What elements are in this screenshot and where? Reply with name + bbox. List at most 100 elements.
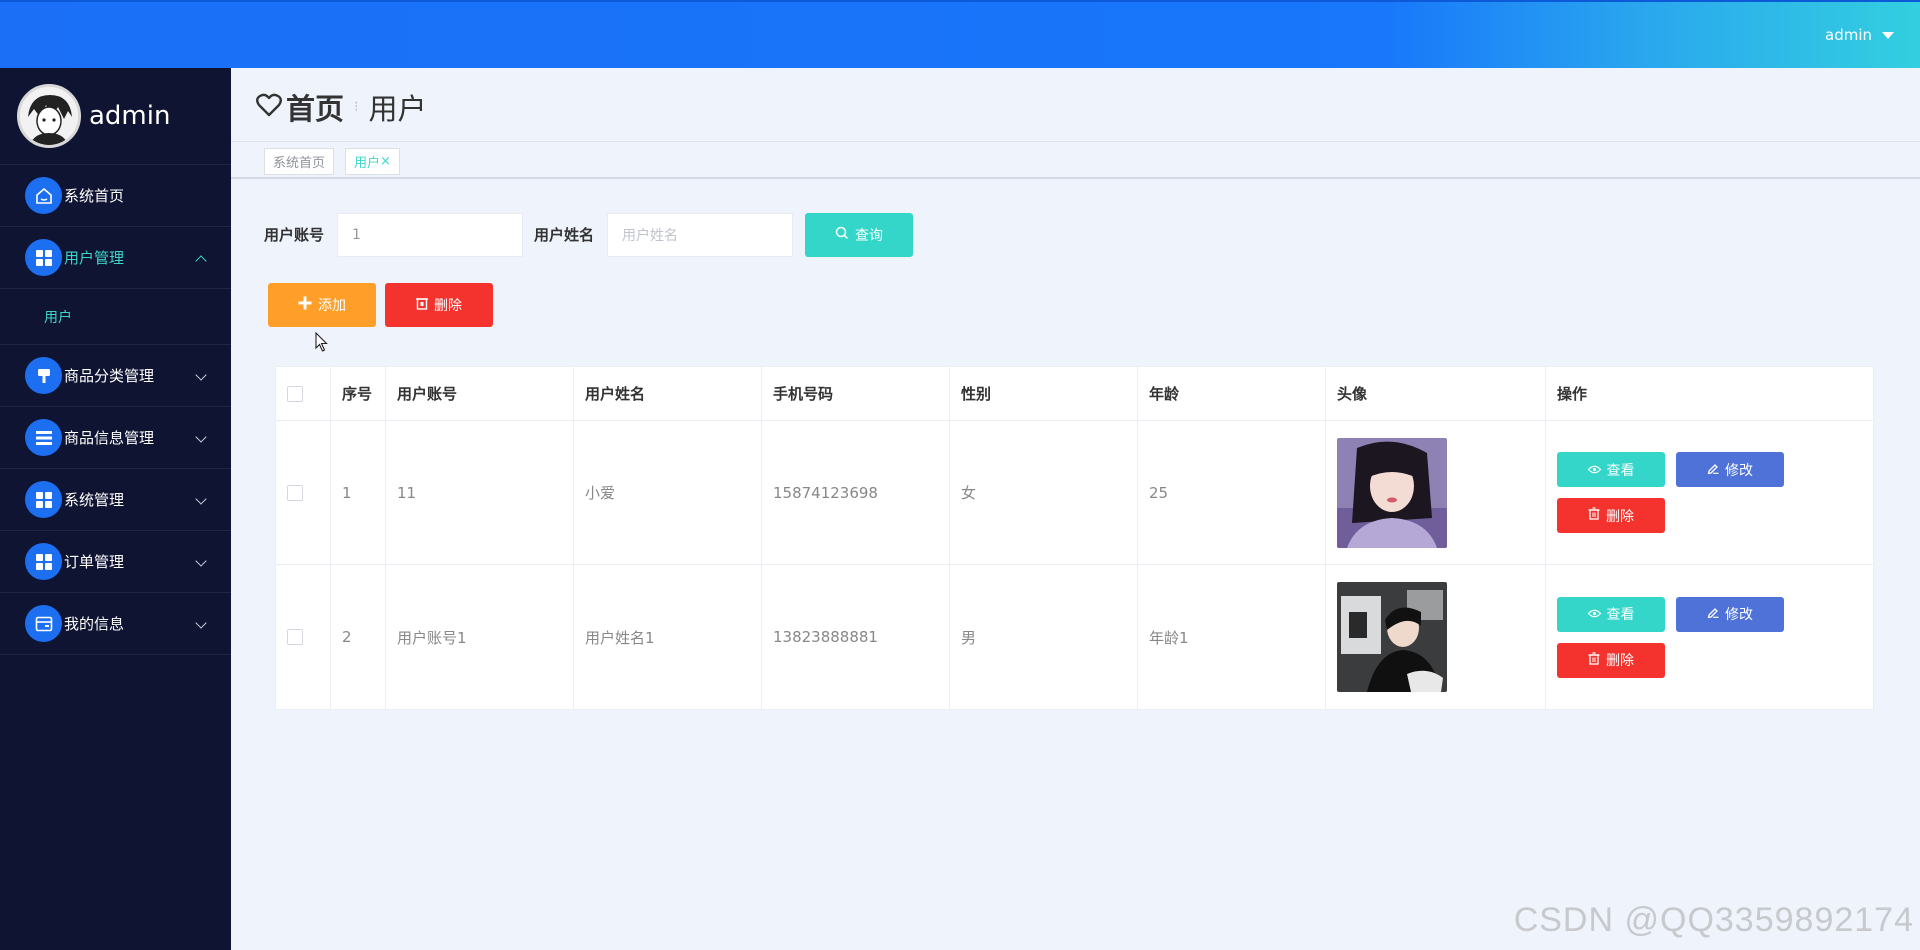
row-checkbox[interactable]: [287, 484, 303, 501]
select-all-cell: [276, 367, 331, 420]
cell-operations: 查看 修改 删除: [1546, 565, 1873, 709]
sidebar-item-order-management[interactable]: 订单管理: [0, 531, 231, 593]
table-row: 2 用户账号1 用户姓名1 13823888881 男 年龄1 查看 修改 删除: [276, 565, 1873, 709]
add-button-label: 添加: [318, 298, 346, 314]
column-header: 手机号码: [762, 367, 950, 420]
list-icon: [25, 419, 62, 456]
sidebar-item-system-management[interactable]: 系统管理: [0, 469, 231, 531]
cell-age: 年龄1: [1138, 565, 1326, 709]
sidebar-item-product-management[interactable]: 商品信息管理: [0, 407, 231, 469]
table-row: 1 11 小爱 15874123698 女 25 查看 修改 删除: [276, 421, 1873, 565]
sidebar-item-category-management[interactable]: 商品分类管理: [0, 345, 231, 407]
add-button[interactable]: 添加: [268, 283, 376, 327]
chevron-down-icon: [195, 431, 207, 443]
delete-button-label: 删除: [1606, 653, 1634, 669]
tab-home[interactable]: 系统首页: [264, 148, 335, 175]
row-checkbox[interactable]: [287, 629, 303, 645]
breadcrumb-current: 用户: [368, 92, 427, 126]
caret-down-icon: [1882, 31, 1894, 39]
tab-user[interactable]: 用户 ×: [345, 148, 400, 175]
close-icon[interactable]: ×: [380, 154, 391, 169]
top-bar: admin: [0, 0, 1920, 68]
delete-icon: [416, 297, 428, 314]
brush-icon: [25, 357, 62, 394]
grid-icon: [25, 481, 62, 518]
name-label: 用户姓名: [534, 226, 595, 244]
grid-icon: [25, 543, 62, 580]
cell-index: 1: [331, 421, 386, 564]
cell-account: 用户账号1: [386, 565, 574, 709]
sidebar-item-label: 订单管理: [64, 553, 125, 571]
account-label: 用户账号: [264, 226, 325, 244]
name-input[interactable]: 用户姓名: [607, 213, 793, 257]
query-button[interactable]: 查询: [805, 213, 913, 257]
tab-label: 用户: [354, 156, 381, 171]
cell-phone: 13823888881: [762, 565, 950, 709]
sidebar-item-my-info[interactable]: 我的信息: [0, 593, 231, 655]
table-header-row: 序号 用户账号 用户姓名 手机号码 性别 年龄 头像 操作: [276, 367, 1873, 421]
column-header: 性别: [950, 367, 1138, 420]
user-avatar-image[interactable]: [1337, 437, 1447, 548]
column-header: 用户账号: [386, 367, 574, 420]
breadcrumb: 首页 ⁝ 用户: [256, 86, 426, 128]
delete-button[interactable]: 删除: [1557, 498, 1665, 533]
delete-button[interactable]: 删除: [1557, 642, 1665, 678]
delete-button-label: 删除: [1606, 508, 1634, 525]
cell-account: 11: [386, 421, 574, 564]
sidebar-subitem-user[interactable]: 用户: [0, 289, 231, 345]
grid-icon: [25, 239, 62, 276]
batch-delete-button-label: 删除: [434, 298, 462, 314]
column-header: 头像: [1326, 367, 1546, 420]
breadcrumb-home[interactable]: 首页: [286, 86, 344, 128]
sidebar-item-label: 商品信息管理: [64, 429, 155, 447]
cell-avatar: [1326, 421, 1546, 564]
view-button[interactable]: 查看: [1557, 452, 1665, 487]
edit-button-label: 修改: [1725, 462, 1753, 479]
edit-button[interactable]: 修改: [1676, 452, 1784, 487]
cell-age: 25: [1138, 421, 1326, 564]
user-avatar-image[interactable]: [1337, 582, 1447, 692]
card-icon: [25, 605, 62, 642]
row-select-cell: [276, 421, 331, 564]
sidebar-profile: admin: [0, 68, 231, 165]
chevron-up-icon: [195, 255, 207, 267]
cell-index: 2: [331, 565, 386, 709]
tab-label: 系统首页: [273, 156, 326, 171]
trash-icon: [1588, 507, 1600, 524]
cell-name: 用户姓名1: [574, 565, 762, 709]
sidebar-item-label: 系统首页: [64, 187, 125, 205]
name-input-placeholder: 用户姓名: [622, 228, 678, 244]
row-select-cell: [276, 565, 331, 709]
tabs-bar: 系统首页 用户 ×: [231, 141, 1920, 179]
cell-operations: 查看 修改 删除: [1546, 421, 1873, 564]
edit-button[interactable]: 修改: [1676, 596, 1784, 632]
account-input-value: 1: [352, 227, 361, 243]
user-dropdown[interactable]: admin: [1825, 26, 1894, 44]
account-input[interactable]: 1: [337, 213, 523, 257]
profile-name: admin: [89, 101, 171, 131]
batch-delete-button[interactable]: 删除: [385, 283, 493, 327]
user-dropdown-label: admin: [1825, 26, 1872, 44]
plus-icon: [298, 296, 312, 314]
edit-button-label: 修改: [1725, 607, 1753, 623]
chevron-down-icon: [195, 493, 207, 505]
column-header: 操作: [1557, 385, 1588, 403]
sidebar-item-user-management[interactable]: 用户管理: [0, 227, 231, 289]
sidebar-item-label: 系统管理: [64, 491, 125, 509]
chevron-down-icon: [195, 555, 207, 567]
query-button-label: 查询: [855, 228, 883, 244]
user-table: 序号 用户账号 用户姓名 手机号码 性别 年龄 头像 操作 1 11 小爱 15…: [275, 366, 1874, 710]
sidebar-item-label: 我的信息: [64, 615, 125, 633]
sidebar-item-home[interactable]: 系统首页: [0, 165, 231, 227]
view-button-label: 查看: [1606, 607, 1635, 623]
column-header: 序号: [331, 367, 386, 420]
sidebar-item-label: 商品分类管理: [64, 367, 155, 385]
cell-name: 小爱: [574, 421, 762, 564]
view-button[interactable]: 查看: [1557, 596, 1665, 632]
search-icon: [835, 226, 849, 244]
column-header: 用户姓名: [574, 367, 762, 420]
column-header: 年龄: [1138, 367, 1326, 420]
cell-phone: 15874123698: [762, 421, 950, 564]
select-all-checkbox[interactable]: [287, 385, 303, 402]
breadcrumb-separator-icon: ⁝: [354, 99, 359, 115]
